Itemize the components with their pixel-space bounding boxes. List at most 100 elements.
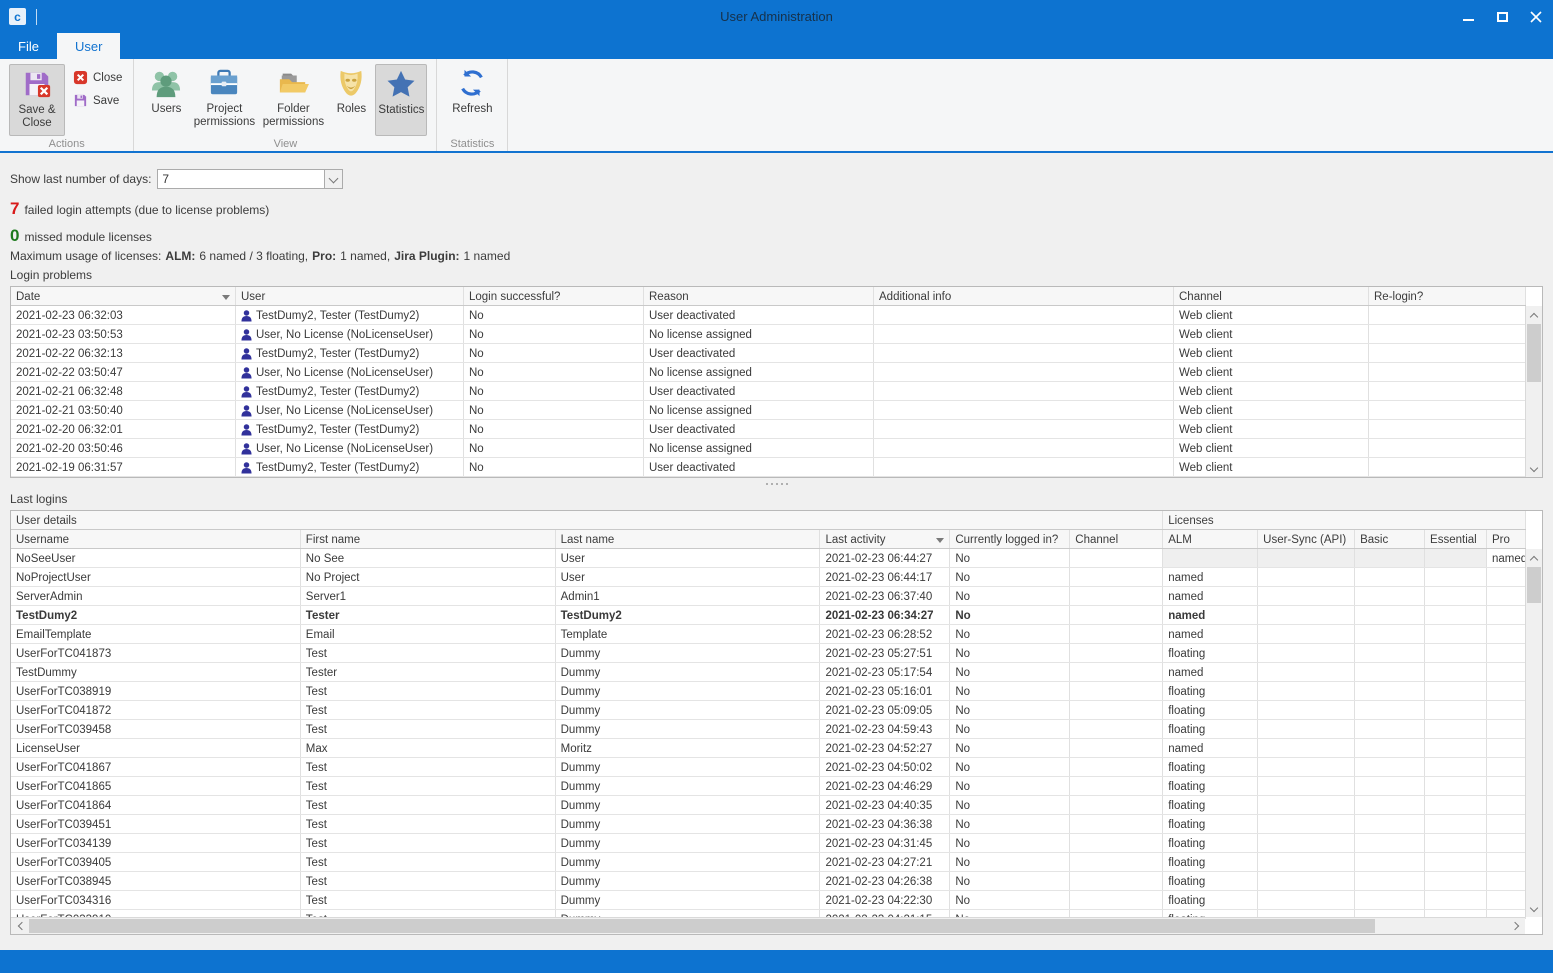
table-row[interactable]: 2021-02-21 03:50:40User, No License (NoL… [11,401,1526,420]
table-row[interactable]: UserForTC041873TestDummy2021-02-23 05:27… [11,644,1526,663]
splitter-handle[interactable] [10,480,1543,488]
scrollbar-thumb[interactable] [1527,324,1541,382]
table-cell [1070,834,1163,852]
table-row[interactable]: UserForTC038945TestDummy2021-02-23 04:26… [11,872,1526,891]
table-cell: TestDumy2, Tester (TestDumy2) [236,458,464,476]
table-cell: No [464,382,644,400]
column-header-label: First name [306,534,360,546]
lpcol-header[interactable]: Channel [1174,287,1369,305]
lpcol-header[interactable]: User [236,287,464,305]
table-cell: 2021-02-23 06:32:03 [11,306,236,324]
roles-button[interactable]: Roles [329,64,373,136]
table-row[interactable]: UserForTC041872TestDummy2021-02-23 05:09… [11,701,1526,720]
table-cell [1425,720,1487,738]
scroll-right-button[interactable] [1508,918,1525,934]
table-row[interactable]: UserForTC039451TestDummy2021-02-23 04:36… [11,815,1526,834]
table-row[interactable]: 2021-02-23 03:50:53User, No License (NoL… [11,325,1526,344]
cell-text: User [561,572,585,584]
table-row[interactable]: ServerAdminServer1Admin12021-02-23 06:37… [11,587,1526,606]
table-cell [1487,796,1526,814]
cell-text: 2021-02-23 06:34:27 [825,610,933,622]
save-and-close-button[interactable]: Save & Close [9,64,65,136]
llcol-header[interactable]: Last name [556,530,821,548]
table-row[interactable]: 2021-02-22 06:32:13TestDumy2, Tester (Te… [11,344,1526,363]
table-row[interactable]: UserForTC034139TestDummy2021-02-23 04:31… [11,834,1526,853]
table-row[interactable]: 2021-02-20 06:32:01TestDumy2, Tester (Te… [11,420,1526,439]
last-logins-vscrollbar[interactable] [1525,549,1542,917]
table-row[interactable]: 2021-02-19 06:31:57TestDumy2, Tester (Te… [11,458,1526,477]
table-row[interactable]: UserForTC034316TestDummy2021-02-23 04:22… [11,891,1526,910]
combobox-dropdown-button[interactable] [324,170,342,188]
scroll-down-button[interactable] [1526,900,1542,917]
llcol-header[interactable]: Channel [1070,530,1163,548]
scroll-up-button[interactable] [1526,306,1542,323]
scrollbar-thumb[interactable] [1527,567,1541,603]
lpcol-header[interactable]: Date [11,287,236,305]
save-button[interactable]: Save [70,92,125,109]
table-row[interactable]: TestDummyTesterDummy2021-02-23 05:17:54N… [11,663,1526,682]
table-cell [1425,872,1487,890]
llcol-header[interactable]: Username [11,530,301,548]
table-row[interactable]: UserForTC039405TestDummy2021-02-23 04:27… [11,853,1526,872]
lpcol-header[interactable]: Re-login? [1369,287,1526,305]
table-row[interactable]: 2021-02-20 03:50:46User, No License (NoL… [11,439,1526,458]
table-row[interactable]: 2021-02-23 06:32:03TestDumy2, Tester (Te… [11,306,1526,325]
close-window-button[interactable] [1519,0,1553,33]
maximize-button[interactable] [1485,0,1519,33]
cell-text: 2021-02-23 06:37:40 [825,591,932,603]
scroll-down-button[interactable] [1526,460,1542,477]
lpcol-header[interactable]: Reason [644,287,874,305]
minimize-button[interactable] [1451,0,1485,33]
days-combobox[interactable]: 7 [157,169,343,189]
cell-text: Dummy [561,857,601,869]
users-button[interactable]: Users [143,64,189,136]
folder-permissions-button[interactable]: Folder permissions [259,64,327,136]
llcol-header[interactable]: Basic [1355,530,1425,548]
scroll-left-button[interactable] [11,918,28,934]
table-row[interactable]: NoSeeUserNo SeeUser2021-02-23 06:44:27No… [11,549,1526,568]
close-button[interactable]: Close [70,69,125,86]
table-cell: User, No License (NoLicenseUser) [236,325,464,343]
llcol-header[interactable]: Last activity [820,530,950,548]
table-row[interactable]: TestDumy2TesterTestDumy22021-02-23 06:34… [11,606,1526,625]
lpcol-header[interactable]: Additional info [874,287,1174,305]
llcol-header[interactable]: First name [301,530,556,548]
table-row[interactable]: LicenseUserMaxMoritz2021-02-23 04:52:27N… [11,739,1526,758]
project-permissions-button[interactable]: Project permissions [191,64,257,136]
table-cell [1070,815,1163,833]
table-cell: 2021-02-21 06:32:48 [11,382,236,400]
refresh-button[interactable]: Refresh [446,64,498,136]
table-row[interactable]: EmailTemplateEmailTemplate2021-02-23 06:… [11,625,1526,644]
table-cell: 2021-02-23 03:50:53 [11,325,236,343]
llcol-header[interactable]: Currently logged in? [950,530,1070,548]
scrollbar-thumb[interactable] [29,919,1375,933]
statistics-button[interactable]: Statistics [375,64,427,136]
sort-desc-icon [936,538,944,543]
table-row[interactable]: UserForTC038919TestDummy2021-02-23 05:16… [11,682,1526,701]
table-row[interactable]: UserForTC041865TestDummy2021-02-23 04:46… [11,777,1526,796]
llcol-header[interactable]: Pro [1487,530,1526,548]
login-problems-vscrollbar[interactable] [1525,306,1542,477]
scroll-up-button[interactable] [1526,549,1542,566]
cell-text: 2021-02-23 04:59:43 [825,724,932,736]
tab-file[interactable]: File [0,33,57,59]
table-cell: 2021-02-23 06:44:27 [820,549,950,567]
last-logins-hscrollbar[interactable] [11,917,1525,934]
llcol-header[interactable]: User-Sync (API) [1258,530,1355,548]
table-row[interactable]: 2021-02-21 06:32:48TestDumy2, Tester (Te… [11,382,1526,401]
table-cell [1487,682,1526,700]
titlebar: c User Administration [0,0,1553,33]
table-row[interactable]: 2021-02-22 03:50:47User, No License (NoL… [11,363,1526,382]
table-row[interactable]: UserForTC039458TestDummy2021-02-23 04:59… [11,720,1526,739]
llcol-header[interactable]: Essential [1425,530,1487,548]
llcol-header[interactable]: ALM [1163,530,1258,548]
cell-text: Test [306,724,327,736]
table-row[interactable]: NoProjectUserNo ProjectUser2021-02-23 06… [11,568,1526,587]
table-row[interactable]: UserForTC041867TestDummy2021-02-23 04:50… [11,758,1526,777]
lpcol-header[interactable]: Login successful? [464,287,644,305]
status-bar [0,950,1553,973]
cell-text: Test [306,705,327,717]
table-row[interactable]: UserForTC041864TestDummy2021-02-23 04:40… [11,796,1526,815]
table-cell: 2021-02-23 05:17:54 [820,663,950,681]
tab-user[interactable]: User [57,33,120,59]
